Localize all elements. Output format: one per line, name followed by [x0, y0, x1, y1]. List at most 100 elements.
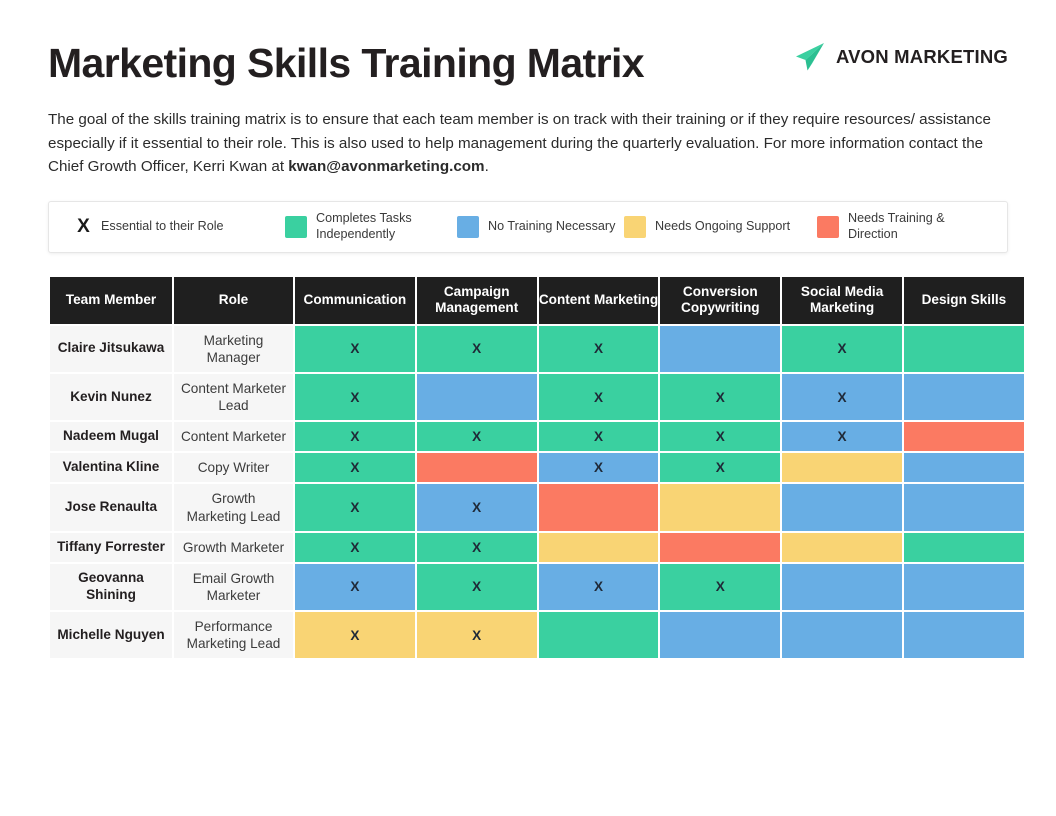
cell-communication[interactable]: X	[295, 532, 415, 562]
cell-social-media-marketing[interactable]: X	[782, 325, 902, 372]
cell-communication[interactable]: X	[295, 563, 415, 611]
legend-x-symbol: X	[77, 215, 90, 237]
cell-campaign-management[interactable]	[416, 373, 537, 421]
essential-mark: X	[350, 579, 360, 595]
cell-content-marketing[interactable]	[538, 532, 659, 562]
cell-content-marketing[interactable]	[538, 484, 659, 531]
essential-mark: X	[350, 389, 360, 405]
essential-mark: X	[350, 341, 360, 357]
brand-logo: AVON MARKETING	[793, 40, 1008, 86]
cell-design-skills[interactable]	[903, 373, 1024, 421]
cell-content-marketing[interactable]: X	[538, 453, 659, 483]
essential-mark: X	[837, 429, 847, 445]
paper-plane-icon	[793, 40, 827, 74]
cell-campaign-management[interactable]	[416, 453, 537, 483]
table-row: Valentina Kline Copy Writer X X X	[50, 453, 1024, 483]
cell-social-media-marketing[interactable]	[782, 563, 902, 611]
skills-matrix-table: Team Member Role Communication Campaign …	[48, 275, 1026, 661]
legend-item-no-training: No Training Necessary	[457, 202, 624, 252]
cell-conversion-copywriting[interactable]	[660, 484, 781, 531]
essential-mark: X	[593, 341, 604, 357]
cell-conversion-copywriting[interactable]	[660, 612, 781, 659]
cell-role: Growth Marketer	[174, 532, 293, 562]
legend-item-completes-tasks: Completes Tasks Independently	[285, 202, 457, 252]
essential-mark: X	[472, 539, 482, 555]
cell-social-media-marketing[interactable]	[782, 532, 902, 562]
matrix-header: Team Member Role Communication Campaign …	[50, 276, 1024, 324]
legend-label-no-training: No Training Necessary	[488, 219, 616, 233]
cell-campaign-management[interactable]: X	[416, 532, 537, 562]
description-paragraph: The goal of the skills training matrix i…	[48, 108, 1004, 179]
cell-social-media-marketing[interactable]	[782, 612, 902, 659]
essential-mark: X	[715, 429, 725, 445]
essential-mark: X	[837, 389, 847, 405]
essential-mark: X	[715, 579, 725, 595]
table-row: Michelle Nguyen Performance Marketing Lea…	[50, 612, 1024, 659]
table-row: Jose Renaulta Growth Marketing Lead X X	[50, 484, 1024, 531]
cell-content-marketing[interactable]: X	[538, 422, 659, 452]
cell-content-marketing[interactable]	[538, 612, 659, 659]
cell-design-skills[interactable]	[903, 422, 1024, 452]
column-header-team-member: Team Member	[50, 276, 172, 324]
legend-swatch-green	[285, 215, 307, 238]
cell-content-marketing[interactable]: X	[538, 325, 659, 372]
cell-role: Growth Marketing Lead	[174, 484, 293, 531]
cell-conversion-copywriting[interactable]	[660, 532, 781, 562]
cell-content-marketing[interactable]: X	[538, 373, 659, 421]
essential-mark: X	[593, 460, 604, 476]
table-row: Claire Jitsukawa Marketing Manager X X X X	[50, 325, 1024, 372]
cell-communication[interactable]: X	[295, 453, 415, 483]
cell-design-skills[interactable]	[903, 532, 1024, 562]
essential-mark: X	[350, 429, 360, 445]
column-header-design-skills: Design Skills	[903, 276, 1024, 324]
table-row: Geovanna Shining Email Growth Marketer X X X…	[50, 563, 1024, 611]
cell-conversion-copywriting[interactable]: X	[660, 563, 781, 611]
legend-item-essential: X Essential to their Role	[67, 202, 285, 252]
legend-swatch-blue	[457, 215, 479, 238]
cell-communication[interactable]: X	[295, 325, 415, 372]
cell-social-media-marketing[interactable]: X	[782, 373, 902, 421]
table-row: Nadeem Mugal Content Marketer X X X X X	[50, 422, 1024, 452]
cell-design-skills[interactable]	[903, 612, 1024, 659]
legend-label-essential: Essential to their Role	[101, 219, 224, 233]
cell-social-media-marketing[interactable]	[782, 453, 902, 483]
cell-communication[interactable]: X	[295, 612, 415, 659]
cell-campaign-management[interactable]: X	[416, 422, 537, 452]
cell-team-member: Geovanna Shining	[50, 563, 172, 611]
cell-social-media-marketing[interactable]: X	[782, 422, 902, 452]
cell-communication[interactable]: X	[295, 422, 415, 452]
cell-design-skills[interactable]	[903, 453, 1024, 483]
essential-mark: X	[715, 460, 725, 476]
legend-label-needs-training: Needs Training & Direction	[848, 211, 945, 241]
essential-mark: X	[350, 500, 360, 516]
essential-mark: X	[472, 429, 482, 445]
cell-campaign-management[interactable]: X	[416, 484, 537, 531]
column-header-campaign-management: Campaign Management	[416, 276, 537, 324]
legend-label-ongoing-support: Needs Ongoing Support	[655, 219, 791, 233]
essential-mark: X	[350, 460, 360, 476]
cell-campaign-management[interactable]: X	[416, 612, 537, 659]
essential-mark: X	[350, 539, 360, 555]
cell-content-marketing[interactable]: X	[538, 563, 659, 611]
cell-conversion-copywriting[interactable]: X	[660, 453, 781, 483]
cell-design-skills[interactable]	[903, 563, 1024, 611]
cell-communication[interactable]: X	[295, 373, 415, 421]
cell-communication[interactable]: X	[295, 484, 415, 531]
essential-mark: X	[472, 500, 482, 516]
cell-team-member: Jose Renaulta	[50, 484, 172, 531]
cell-conversion-copywriting[interactable]: X	[660, 373, 781, 421]
column-header-conversion-copywriting: Conversion Copywriting	[660, 276, 781, 324]
cell-design-skills[interactable]	[903, 484, 1024, 531]
table-row: Kevin Nunez Content Marketer Lead X X X X	[50, 373, 1024, 421]
essential-mark: X	[593, 429, 604, 445]
cell-team-member: Nadeem Mugal	[50, 422, 172, 452]
cell-conversion-copywriting[interactable]	[660, 325, 781, 372]
essential-mark: X	[350, 627, 360, 643]
column-header-role: Role	[174, 276, 293, 324]
cell-social-media-marketing[interactable]	[782, 484, 902, 531]
cell-campaign-management[interactable]: X	[416, 563, 537, 611]
cell-design-skills[interactable]	[903, 325, 1024, 372]
cell-campaign-management[interactable]: X	[416, 325, 537, 372]
cell-role: Email Growth Marketer	[174, 563, 293, 611]
cell-conversion-copywriting[interactable]: X	[660, 422, 781, 452]
